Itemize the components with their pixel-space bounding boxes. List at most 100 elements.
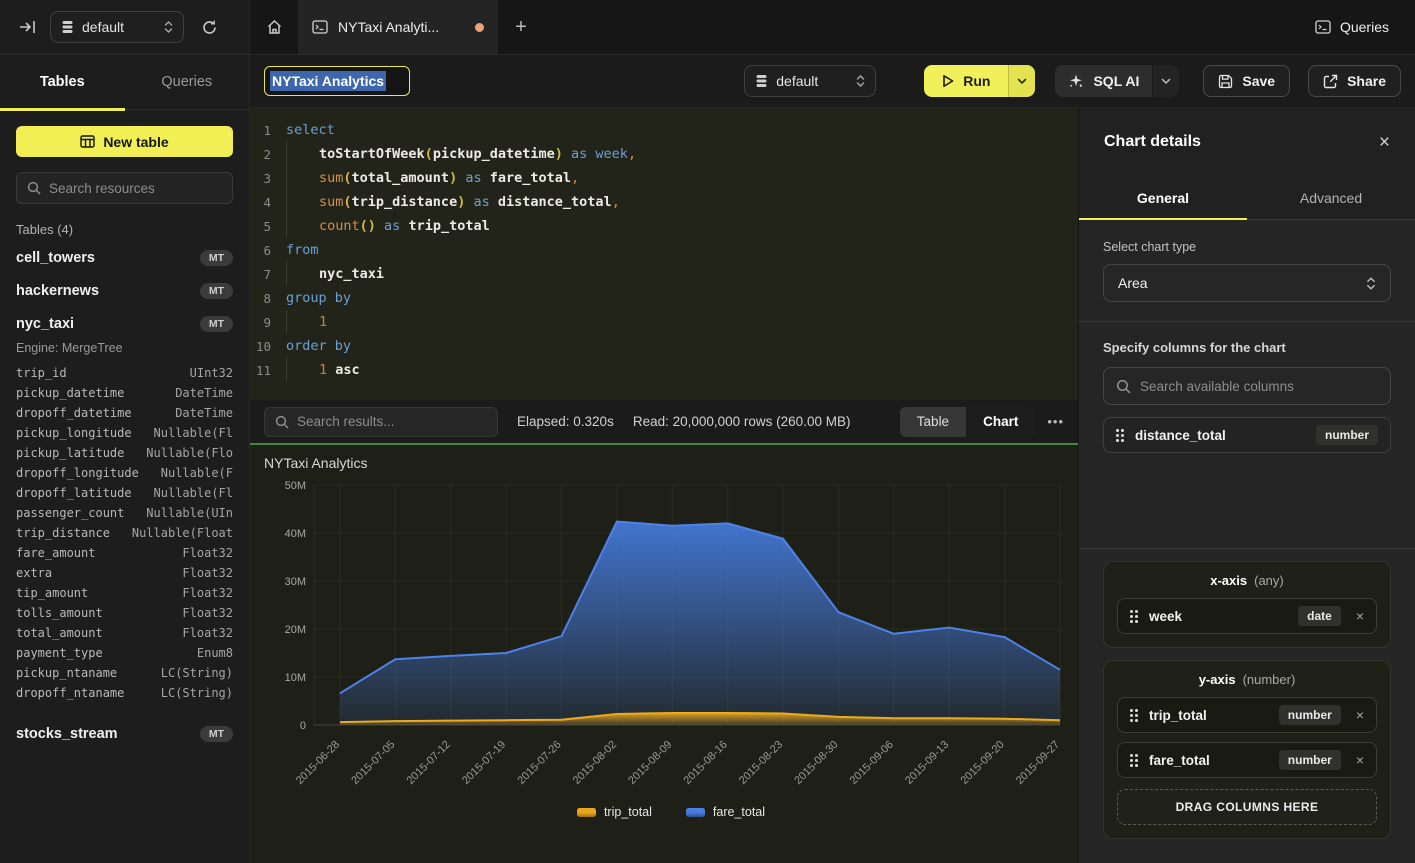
code-token: group by [286,290,351,306]
sidebar-tab-queries[interactable]: Queries [125,55,250,109]
column-chip-fare_total[interactable]: fare_totalnumber× [1117,742,1377,778]
database-selector[interactable]: default [50,11,184,43]
view-toggle-chart[interactable]: Chart [966,407,1035,437]
column-type: Nullable(Fl [154,426,233,440]
queries-button-top[interactable]: Queries [1289,0,1415,54]
line-number: 4 [250,195,286,210]
svg-text:2015-07-05: 2015-07-05 [349,739,397,787]
app-window: default NYTaxi Analyti... [0,0,1415,863]
column-chip-trip_total[interactable]: trip_totalnumber× [1117,697,1377,733]
code-token: asc [335,362,359,378]
query-title-input[interactable]: NYTaxi Analytics [264,66,410,96]
svg-text:30M: 30M [285,576,306,588]
code-token: 1 [319,362,327,378]
chevron-updown-icon [1366,276,1376,291]
code-token: total_amount [352,170,450,186]
chart-details-header: Chart details × [1079,108,1415,176]
columns-search-input[interactable]: Search available columns [1103,367,1391,405]
column-row: pickup_latitude Nullable(Flo [16,443,233,463]
code-token: from [286,242,319,258]
sidebar-tab-tables[interactable]: Tables [0,55,125,109]
tab-nytaxi-analytics[interactable]: NYTaxi Analyti... [298,0,498,54]
code-line: 4sum(trip_distance) as distance_total, [250,190,1078,214]
tab-advanced[interactable]: Advanced [1247,176,1415,219]
sql-editor[interactable]: 1select2toStartOfWeek(pickup_datetime) a… [250,108,1078,400]
area-chart[interactable]: 010M20M30M40M50M2015-06-282015-07-052015… [264,473,1078,803]
column-name: pickup_latitude [16,446,124,460]
home-tab[interactable] [250,0,298,54]
sql-ai-main[interactable]: SQL AI [1055,65,1152,97]
table-row[interactable]: cell_towersMT [16,241,233,274]
search-icon [27,181,41,195]
drag-handle-icon[interactable] [1116,429,1124,442]
query-database-selector[interactable]: default [744,65,876,97]
sql-ai-caret[interactable] [1152,65,1179,97]
results-toolbar: Search results... Elapsed: 0.320s Read: … [250,400,1078,443]
save-icon [1218,74,1233,89]
table-name: stocks_stream [16,726,118,742]
run-button[interactable]: Run [924,65,1035,97]
view-toggle-table[interactable]: Table [900,407,966,437]
code-line: 6from [250,238,1078,262]
save-button[interactable]: Save [1203,65,1290,97]
code-line: 7nyc_taxi [250,262,1078,286]
more-options-icon[interactable]: ••• [1047,414,1064,429]
column-chip-distance_total[interactable]: distance_totalnumber [1103,417,1391,453]
code-line: 5count() as trip_total [250,214,1078,238]
legend-swatch [577,808,596,817]
column-type: UInt32 [190,366,233,380]
legend-item-fare_total[interactable]: fare_total [686,805,765,819]
remove-chip-icon[interactable]: × [1352,752,1364,768]
share-label: Share [1347,73,1386,89]
column-row: fare_amountFloat32 [16,543,233,563]
svg-text:40M: 40M [285,528,306,540]
new-tab-button[interactable]: + [498,0,544,54]
query-title-value: NYTaxi Analytics [270,71,386,91]
remove-chip-icon[interactable]: × [1352,608,1364,624]
svg-text:2015-08-23: 2015-08-23 [737,739,785,787]
tab-general[interactable]: General [1079,176,1247,219]
new-table-button[interactable]: New table [16,126,233,157]
svg-text:0: 0 [300,720,306,732]
sql-ai-button[interactable]: SQL AI [1055,65,1179,97]
plus-icon: + [515,16,527,39]
y-axis-header: y-axis(number) [1117,672,1377,687]
drag-handle-icon[interactable] [1130,610,1138,623]
chart-type-value: Area [1118,275,1148,291]
column-name: fare_amount [16,546,95,560]
column-row: pickup_ntanameLC(String) [16,663,233,683]
table-row[interactable]: stocks_streamMT [16,717,233,750]
refresh-icon[interactable] [196,14,222,40]
column-chip-week[interactable]: weekdate× [1117,598,1377,634]
table-row[interactable]: hackernewsMT [16,274,233,307]
drag-handle-icon[interactable] [1130,709,1138,722]
y-axis-box: y-axis(number) trip_totalnumber× fare_tot… [1103,660,1391,839]
collapse-sidebar-icon[interactable] [14,14,40,40]
column-row: trip_distanceNullable(Float [16,523,233,543]
line-number: 2 [250,147,286,162]
column-type: Float32 [182,626,233,640]
results-search-placeholder: Search results... [297,414,395,429]
code-line: 8group by [250,286,1078,310]
drop-zone[interactable]: DRAG COLUMNS HERE [1117,789,1377,825]
drag-handle-icon[interactable] [1130,754,1138,767]
code-token: select [286,122,335,138]
run-options-caret[interactable] [1008,65,1035,97]
code-token [286,166,319,190]
code-line: 91 [250,310,1078,334]
run-button-main[interactable]: Run [924,65,1008,97]
code-token [286,142,319,166]
queries-button-label: Queries [1340,19,1389,35]
remove-chip-icon[interactable]: × [1352,707,1364,723]
close-icon[interactable]: × [1379,133,1390,152]
svg-text:2015-09-27: 2015-09-27 [1014,739,1062,787]
legend-item-trip_total[interactable]: trip_total [577,805,652,819]
table-row[interactable]: nyc_taxiMT [16,307,233,340]
chart-type-select[interactable]: Area [1103,264,1391,302]
results-search-input[interactable]: Search results... [264,407,498,437]
column-type: Nullable(Flo [146,446,233,460]
share-button[interactable]: Share [1308,65,1401,97]
sidebar-search-input[interactable]: Search resources [16,172,233,204]
column-row: pickup_datetimeDateTime [16,383,233,403]
column-row: extraFloat32 [16,563,233,583]
